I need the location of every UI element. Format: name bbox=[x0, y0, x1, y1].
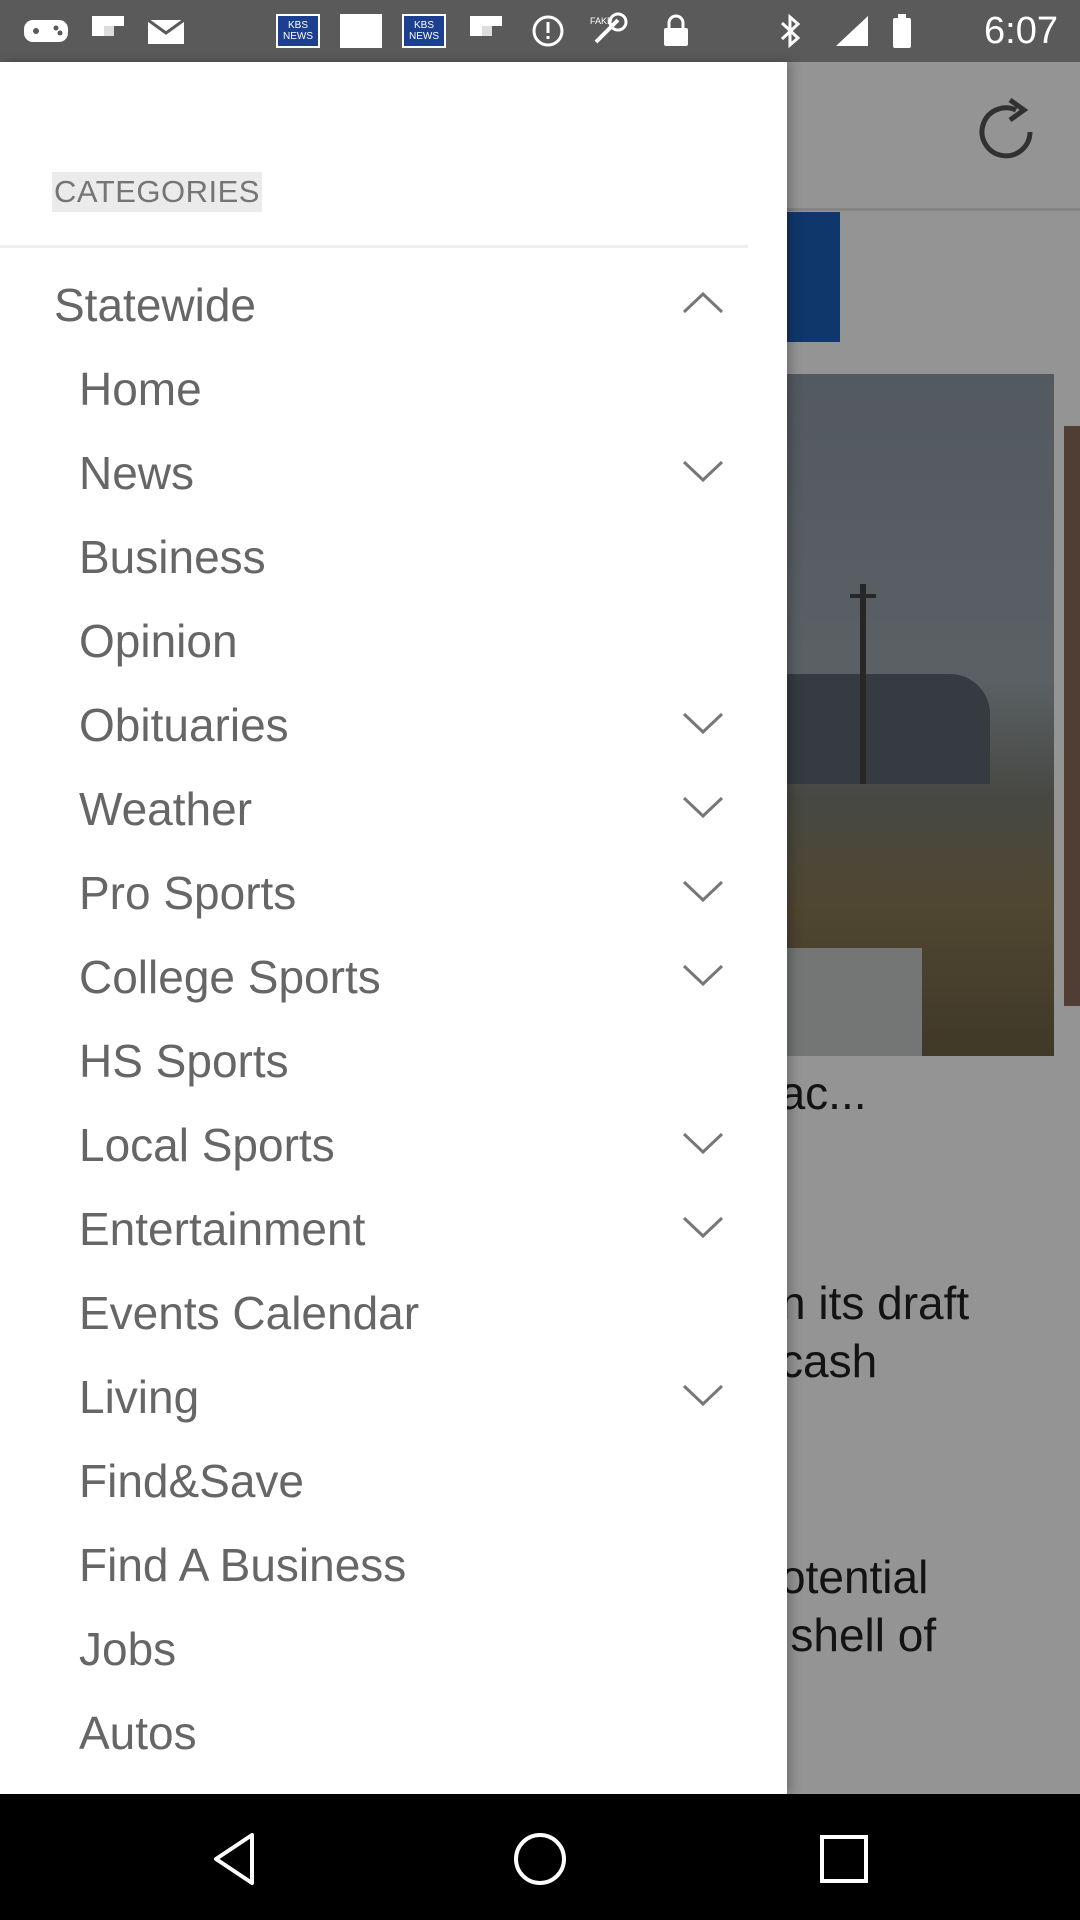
kbs-news-icon: KBS NEWS bbox=[276, 14, 320, 48]
recents-icon[interactable] bbox=[812, 1827, 876, 1891]
category-item-label: Home bbox=[79, 363, 202, 415]
category-item-label: Weather bbox=[79, 783, 253, 835]
chevron-down-icon[interactable] bbox=[680, 1212, 726, 1242]
category-item-label: College Sports bbox=[79, 951, 381, 1003]
category-item-label: Living bbox=[79, 1371, 200, 1423]
category-item-label: Autos bbox=[79, 1707, 197, 1759]
chevron-down-icon[interactable] bbox=[680, 1128, 726, 1158]
back-icon[interactable] bbox=[204, 1827, 268, 1891]
divider bbox=[0, 245, 748, 248]
category-item-hs-sports[interactable]: HS Sports bbox=[0, 1020, 748, 1104]
chevron-down-icon[interactable] bbox=[680, 1380, 726, 1410]
category-item-label: Find A Business bbox=[79, 1539, 407, 1591]
blank-notification-icon bbox=[340, 14, 382, 48]
category-item-label: Local Sports bbox=[79, 1119, 335, 1171]
section-label: Statewide bbox=[54, 279, 257, 331]
svg-text:FAKE: FAKE bbox=[590, 16, 613, 26]
flipboard-icon bbox=[468, 12, 504, 50]
kbs-news-icon: KBS NEWS bbox=[402, 14, 446, 48]
section-statewide[interactable]: Statewide bbox=[0, 264, 748, 348]
system-nav-bar bbox=[0, 1794, 1080, 1920]
home-icon[interactable] bbox=[508, 1827, 572, 1891]
chevron-down-icon[interactable] bbox=[680, 792, 726, 822]
category-item-label: Entertainment bbox=[79, 1203, 366, 1255]
flipboard-icon bbox=[90, 12, 126, 50]
category-item-label: News bbox=[79, 447, 195, 499]
game-controller-icon bbox=[22, 12, 70, 50]
category-item-find-a-business[interactable]: Find A Business bbox=[0, 1524, 748, 1608]
category-item-label: HS Sports bbox=[79, 1035, 289, 1087]
chevron-down-icon[interactable] bbox=[680, 960, 726, 990]
status-bar: KBS NEWS KBS NEWS FAKE 6:07 bbox=[0, 0, 1080, 62]
chevron-down-icon[interactable] bbox=[680, 708, 726, 738]
category-item-label: Find&Save bbox=[79, 1455, 305, 1507]
category-item-weather[interactable]: Weather bbox=[0, 768, 748, 852]
category-item-autos[interactable]: Autos bbox=[0, 1692, 748, 1776]
battery-icon bbox=[890, 12, 914, 50]
category-item-living[interactable]: Living bbox=[0, 1356, 748, 1440]
category-item-label: Obituaries bbox=[79, 699, 289, 751]
category-item-find-save[interactable]: Find&Save bbox=[0, 1440, 748, 1524]
category-item-label: Events Calendar bbox=[79, 1287, 420, 1339]
category-item-home[interactable]: Home bbox=[0, 348, 748, 432]
lock-icon bbox=[660, 12, 692, 50]
category-item-opinion[interactable]: Opinion bbox=[0, 600, 748, 684]
chevron-up-icon[interactable] bbox=[680, 288, 726, 318]
category-item-obituaries[interactable]: Obituaries bbox=[0, 684, 748, 768]
categories-header: CATEGORIES bbox=[52, 172, 262, 212]
chevron-down-icon[interactable] bbox=[680, 456, 726, 486]
signal-icon bbox=[832, 12, 872, 50]
alert-icon bbox=[530, 12, 566, 50]
bluetooth-icon bbox=[776, 12, 806, 50]
category-item-label: Pro Sports bbox=[79, 867, 297, 919]
chevron-down-icon[interactable] bbox=[680, 876, 726, 906]
mail-icon bbox=[146, 12, 186, 50]
status-time: 6:07 bbox=[984, 10, 1058, 52]
category-item-entertainment[interactable]: Entertainment bbox=[0, 1188, 748, 1272]
category-item-jobs[interactable]: Jobs bbox=[0, 1608, 748, 1692]
category-item-pro-sports[interactable]: Pro Sports bbox=[0, 852, 748, 936]
category-item-college-sports[interactable]: College Sports bbox=[0, 936, 748, 1020]
category-item-business[interactable]: Business bbox=[0, 516, 748, 600]
category-item-events-calendar[interactable]: Events Calendar bbox=[0, 1272, 748, 1356]
category-item-label: Jobs bbox=[79, 1623, 177, 1675]
category-item-label: Business bbox=[79, 531, 266, 583]
fake-gps-icon: FAKE bbox=[588, 12, 632, 50]
category-item-local-sports[interactable]: Local Sports bbox=[0, 1104, 748, 1188]
category-item-news[interactable]: News bbox=[0, 432, 748, 516]
category-item-label: Opinion bbox=[79, 615, 238, 667]
navigation-drawer: CATEGORIES Statewide Home News Business Opi… bbox=[0, 62, 787, 1794]
